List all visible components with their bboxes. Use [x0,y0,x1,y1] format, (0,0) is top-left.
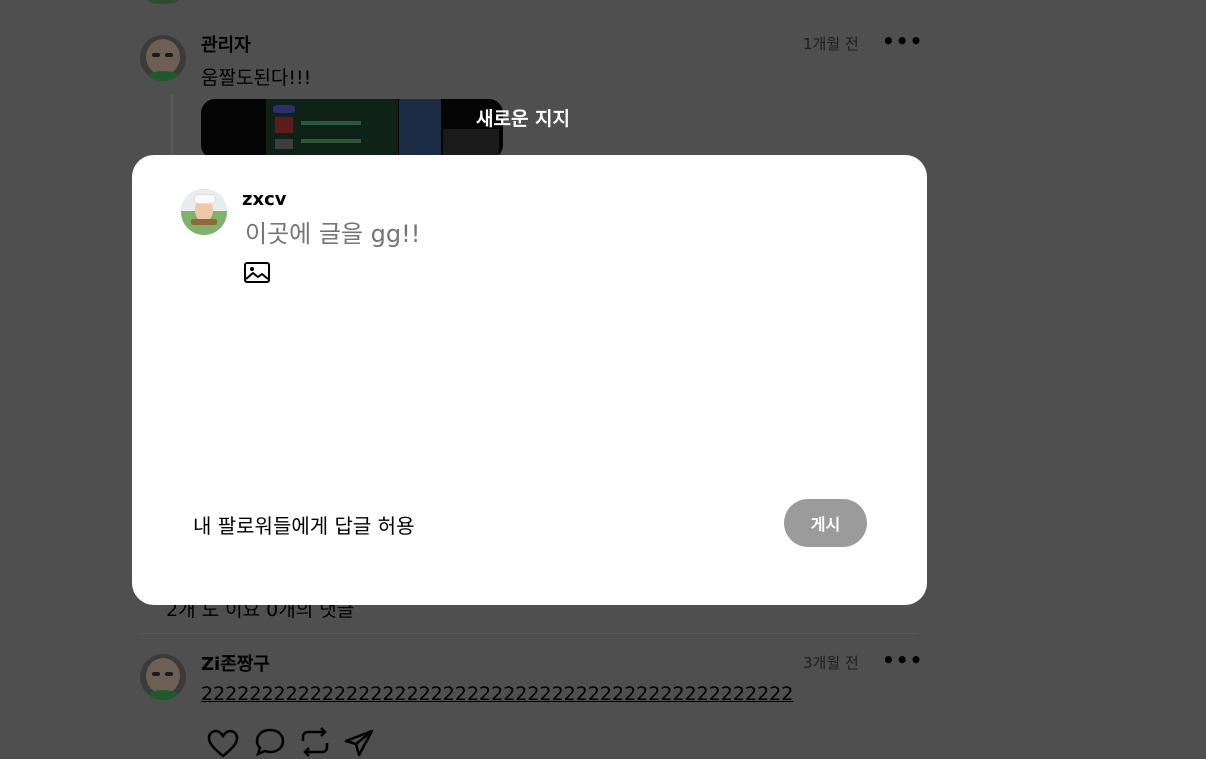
post-text: 움짤도된다!!! [201,67,312,89]
avatar[interactable] [140,35,186,81]
post-media-thumbnail[interactable] [201,99,503,159]
post-timestamp: 3개월 전 [803,654,859,672]
post-author[interactable]: Zi존짱구 [201,650,270,676]
send-icon[interactable] [343,729,375,757]
post-text: 2222222222222222222222222222222222222222… [201,683,794,705]
avatar[interactable] [140,654,186,700]
allow-replies-label: 내 팔로워들에게 답글 허용 [193,514,415,538]
comment-icon[interactable] [254,727,286,757]
modal-title: 새로운 지지 [476,108,571,130]
avatar[interactable] [181,189,227,235]
post-button[interactable]: 게시 [784,499,867,547]
post-divider [140,633,918,634]
feed-top-avatar-partial [140,0,186,4]
new-post-modal: zxcv 내 팔로워들에게 답글 허용 게시 [132,155,927,605]
image-icon[interactable] [243,261,271,285]
post-author[interactable]: 관리자 [201,31,251,57]
more-options-icon[interactable]: ••• [882,29,923,53]
post-timestamp: 1개월 전 [803,35,859,53]
thread-line [171,95,173,155]
repost-icon[interactable] [297,727,333,757]
post-text-input[interactable] [245,218,805,250]
more-options-icon[interactable]: ••• [882,648,923,672]
username: zxcv [242,189,287,210]
